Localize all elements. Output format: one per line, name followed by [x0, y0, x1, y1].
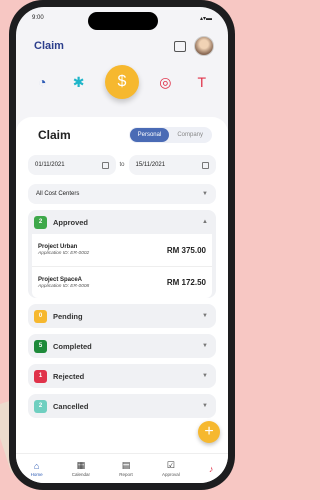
nav-calendar[interactable]: ▦ Calendar	[72, 460, 90, 477]
palm-icon[interactable]: ✱	[69, 72, 89, 92]
cost-center-value: All Cost Centers	[36, 191, 80, 197]
chevron-down-icon: ▼	[202, 343, 208, 349]
dynamic-island	[88, 12, 158, 30]
tab-company[interactable]: Company	[169, 128, 211, 142]
claim-type-toggle: Personal Company	[128, 127, 212, 143]
money-bag-icon[interactable]: $	[104, 65, 139, 99]
count-badge: 5	[34, 339, 47, 353]
chevron-down-icon: ▼	[202, 313, 208, 319]
group-cancelled-header[interactable]: 2 Cancelled ▼	[28, 394, 216, 418]
paint-roller-icon[interactable]: T	[192, 72, 212, 92]
nav-notifications[interactable]: ♪	[209, 464, 214, 474]
count-badge: 2	[34, 215, 47, 229]
group-label: Pending	[53, 311, 83, 321]
top-bar: Claim	[16, 29, 228, 59]
home-icon: ⌂	[33, 460, 40, 471]
list-item[interactable]: Project SpaceA Application ID: ER-0008 R…	[32, 266, 212, 298]
approval-icon: ☑	[166, 460, 175, 470]
count-badge: 0	[34, 309, 47, 323]
item-app-id: Application ID: ER-0002	[38, 251, 90, 256]
add-claim-button[interactable]: +	[198, 421, 220, 443]
nav-home[interactable]: ⌂ Home	[31, 461, 43, 477]
calendar-icon	[101, 161, 109, 169]
group-pending: 0 Pending ▼	[28, 304, 216, 328]
bell-icon: ♪	[208, 463, 214, 474]
tab-personal[interactable]: Personal	[129, 128, 170, 142]
chevron-down-icon: ▼	[202, 373, 208, 379]
date-range: 01/11/2021 to 15/11/2021	[24, 151, 220, 179]
category-row: ◔ ✱ $ ◎ T	[16, 59, 228, 105]
group-cancelled: 2 Cancelled ▼	[28, 394, 216, 418]
calendar-icon	[202, 161, 210, 169]
group-label: Rejected	[53, 371, 85, 381]
date-to-field[interactable]: 15/11/2021	[128, 155, 217, 175]
bottom-nav: ⌂ Home ▦ Calendar ▤ Report ☑ Approval ♪	[16, 453, 228, 483]
claim-card: Claim Personal Company 01/11/2021 to 15/…	[16, 117, 228, 453]
date-to-value: 15/11/2021	[135, 162, 166, 168]
nav-report[interactable]: ▤ Report	[119, 460, 133, 477]
group-completed-header[interactable]: 5 Completed ▼	[28, 334, 216, 358]
group-rejected-header[interactable]: 1 Rejected ▼	[28, 364, 216, 388]
group-label: Cancelled	[53, 401, 89, 411]
nav-label: Approval	[161, 472, 180, 477]
calendar-icon: ▦	[76, 460, 86, 470]
chevron-down-icon: ▼	[202, 403, 208, 409]
group-rejected: 1 Rejected ▼	[28, 364, 216, 388]
calendar-icon[interactable]	[174, 40, 186, 52]
nav-label: Home	[30, 471, 43, 477]
item-app-id: Application ID: ER-0008	[38, 283, 90, 289]
item-amount: RM 172.50	[166, 278, 206, 287]
item-name: Project SpaceA	[38, 276, 83, 283]
count-badge: 2	[34, 399, 47, 413]
group-label: Approved	[53, 217, 89, 227]
report-icon: ▤	[121, 460, 131, 470]
cost-center-select[interactable]: All Cost Centers ▼	[28, 184, 216, 204]
coin-icon[interactable]: ◎	[155, 72, 175, 92]
group-label: Completed	[53, 341, 92, 351]
chevron-up-icon: ▲	[202, 219, 208, 225]
phone-frame: 9:00 ▴▾▬ Claim ◔ ✱ $ ◎ T Claim Personal …	[9, 0, 235, 490]
group-completed: 5 Completed ▼	[28, 334, 216, 358]
to-label: to	[119, 162, 125, 168]
speed-icon[interactable]: ◔	[32, 72, 52, 92]
item-name: Project Urban	[38, 244, 78, 250]
group-approved: 2 Approved ▲ Project Urban Application I…	[28, 210, 216, 298]
date-from-value: 01/11/2021	[35, 162, 65, 168]
list-item[interactable]: Project Urban Application ID: ER-0002 RM…	[32, 234, 212, 266]
status-icons: ▴▾▬	[199, 15, 212, 22]
nav-label: Report	[119, 472, 133, 477]
status-time: 9:00	[32, 15, 44, 21]
avatar[interactable]	[194, 36, 214, 56]
count-badge: 1	[34, 369, 47, 383]
card-title: Claim	[38, 128, 71, 142]
nav-approval[interactable]: ☑ Approval	[162, 460, 180, 477]
date-from-field[interactable]: 01/11/2021	[28, 155, 116, 175]
item-amount: RM 375.00	[166, 245, 206, 255]
group-approved-header[interactable]: 2 Approved ▲	[28, 210, 216, 234]
nav-label: Calendar	[71, 472, 91, 477]
chevron-down-icon: ▼	[202, 191, 208, 197]
page-title: Claim	[34, 40, 64, 52]
screen: 9:00 ▴▾▬ Claim ◔ ✱ $ ◎ T Claim Personal …	[16, 7, 228, 483]
group-pending-header[interactable]: 0 Pending ▼	[28, 304, 216, 328]
